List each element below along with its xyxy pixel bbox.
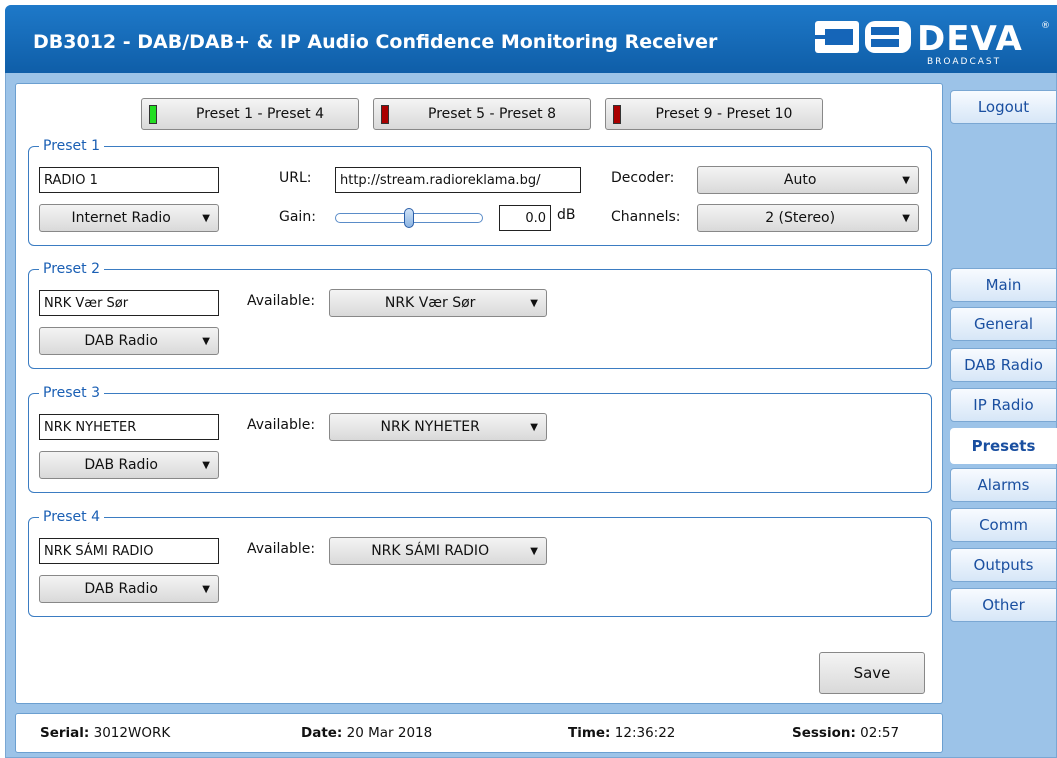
chevron-down-icon: ▼ — [902, 212, 910, 224]
preset-1-url-field[interactable]: http://stream.radioreklama.bg/ — [335, 167, 581, 193]
sidebar-item-presets[interactable]: Presets — [950, 428, 1057, 464]
preset-tab-5-8[interactable]: Preset 5 - Preset 8 — [373, 98, 591, 130]
sidebar-item-alarms[interactable]: Alarms — [950, 468, 1057, 502]
preset-tab-9-10[interactable]: Preset 9 - Preset 10 — [605, 98, 823, 130]
preset-tab-label: Preset 1 - Preset 4 — [196, 106, 324, 122]
date-info: Date: 20 Mar 2018 — [301, 725, 432, 741]
serial-label: Serial: — [40, 725, 90, 741]
date-value: 20 Mar 2018 — [346, 725, 433, 741]
session-label: Session: — [792, 725, 856, 741]
time-value: 12:36:22 — [614, 725, 676, 741]
chevron-down-icon: ▼ — [530, 297, 538, 309]
preset-1-source-select[interactable]: Internet Radio ▼ — [39, 204, 219, 232]
select-value: NRK Vær Sør — [384, 295, 476, 311]
preset-3-available-select[interactable]: NRK NYHETER ▼ — [329, 413, 547, 441]
preset-tab-1-4[interactable]: Preset 1 - Preset 4 — [141, 98, 359, 130]
time-info: Time: 12:36:22 — [568, 725, 675, 741]
serial-value: 3012WORK — [93, 725, 171, 741]
serial-info: Serial: 3012WORK — [40, 725, 170, 741]
preset-2-source-select[interactable]: DAB Radio ▼ — [39, 327, 219, 355]
sidebar-item-general[interactable]: General — [950, 307, 1057, 341]
chevron-down-icon: ▼ — [202, 583, 210, 595]
available-label: Available: — [247, 293, 316, 309]
preset-3-legend: Preset 3 — [43, 385, 101, 401]
session-info: Session: 02:57 — [792, 725, 899, 741]
gain-unit: dB — [557, 207, 576, 223]
gain-label: Gain: — [279, 209, 316, 225]
gain-value-field[interactable]: 0.0 — [499, 205, 551, 231]
save-button[interactable]: Save — [819, 652, 925, 694]
channels-label: Channels: — [611, 209, 681, 225]
preset-tab-label: Preset 5 - Preset 8 — [428, 106, 556, 122]
preset-3-group: Preset 3 NRK NYHETER Available: NRK NYHE… — [28, 385, 932, 493]
sidebar-item-main[interactable]: Main — [950, 268, 1057, 302]
url-label: URL: — [279, 170, 312, 186]
preset-2-group: Preset 2 NRK Vær Sør Available: NRK Vær … — [28, 261, 932, 369]
select-value: DAB Radio — [84, 581, 158, 597]
status-led-icon — [149, 105, 157, 124]
channels-select[interactable]: 2 (Stereo) ▼ — [697, 204, 919, 232]
available-label: Available: — [247, 541, 316, 557]
logo-text: DEVA — [917, 19, 1023, 59]
select-value: NRK NYHETER — [380, 419, 480, 435]
sidebar-item-comm[interactable]: Comm — [950, 508, 1057, 542]
select-value: DAB Radio — [84, 457, 158, 473]
page-title: DB3012 - DAB/DAB+ & IP Audio Confidence … — [33, 31, 718, 53]
session-value: 02:57 — [860, 725, 900, 741]
sidebar-item-dab-radio[interactable]: DAB Radio — [950, 348, 1057, 382]
chevron-down-icon: ▼ — [902, 174, 910, 186]
preset-4-name-field[interactable]: NRK SÁMI RADIO — [39, 538, 219, 564]
chevron-down-icon: ▼ — [202, 212, 210, 224]
time-label: Time: — [568, 725, 611, 741]
preset-1-legend: Preset 1 — [43, 138, 101, 154]
presets-panel: Preset 1 - Preset 4 Preset 5 - Preset 8 … — [15, 83, 943, 704]
chevron-down-icon: ▼ — [202, 459, 210, 471]
chevron-down-icon: ▼ — [530, 545, 538, 557]
preset-1-group: Preset 1 RADIO 1 Internet Radio ▼ URL: h… — [28, 138, 932, 246]
status-led-icon — [381, 105, 389, 124]
deva-logo: DEVA ® BROADCAST — [815, 19, 1055, 69]
decoder-select[interactable]: Auto ▼ — [697, 166, 919, 194]
date-label: Date: — [301, 725, 343, 741]
chevron-down-icon: ▼ — [202, 335, 210, 347]
db-logo-icon — [815, 21, 911, 53]
select-value: NRK SÁMI RADIO — [371, 543, 490, 559]
preset-2-name-field[interactable]: NRK Vær Sør — [39, 290, 219, 316]
logo-subtext: BROADCAST — [927, 57, 1002, 67]
status-led-icon — [613, 105, 621, 124]
logo-registered-mark: ® — [1041, 21, 1050, 31]
preset-4-group: Preset 4 NRK SÁMI RADIO Available: NRK S… — [28, 509, 932, 617]
preset-3-name-field[interactable]: NRK NYHETER — [39, 414, 219, 440]
select-value: 2 (Stereo) — [765, 210, 836, 226]
decoder-label: Decoder: — [611, 170, 675, 186]
status-footer: Serial: 3012WORK Date: 20 Mar 2018 Time:… — [15, 713, 943, 753]
preset-3-source-select[interactable]: DAB Radio ▼ — [39, 451, 219, 479]
sidebar-item-other[interactable]: Other — [950, 588, 1057, 622]
available-label: Available: — [247, 417, 316, 433]
select-value: Auto — [783, 172, 817, 188]
gain-slider-thumb[interactable] — [404, 208, 414, 228]
preset-1-name-field[interactable]: RADIO 1 — [39, 167, 219, 193]
preset-2-legend: Preset 2 — [43, 261, 101, 277]
select-value: Internet Radio — [71, 210, 171, 226]
preset-2-available-select[interactable]: NRK Vær Sør ▼ — [329, 289, 547, 317]
logout-button[interactable]: Logout — [950, 90, 1057, 124]
chevron-down-icon: ▼ — [530, 421, 538, 433]
preset-4-legend: Preset 4 — [43, 509, 101, 525]
select-value: DAB Radio — [84, 333, 158, 349]
preset-4-available-select[interactable]: NRK SÁMI RADIO ▼ — [329, 537, 547, 565]
sidebar-item-ip-radio[interactable]: IP Radio — [950, 388, 1057, 422]
preset-4-source-select[interactable]: DAB Radio ▼ — [39, 575, 219, 603]
preset-tab-label: Preset 9 - Preset 10 — [655, 106, 793, 122]
sidebar-item-outputs[interactable]: Outputs — [950, 548, 1057, 582]
header-bar: DB3012 - DAB/DAB+ & IP Audio Confidence … — [5, 5, 1057, 73]
